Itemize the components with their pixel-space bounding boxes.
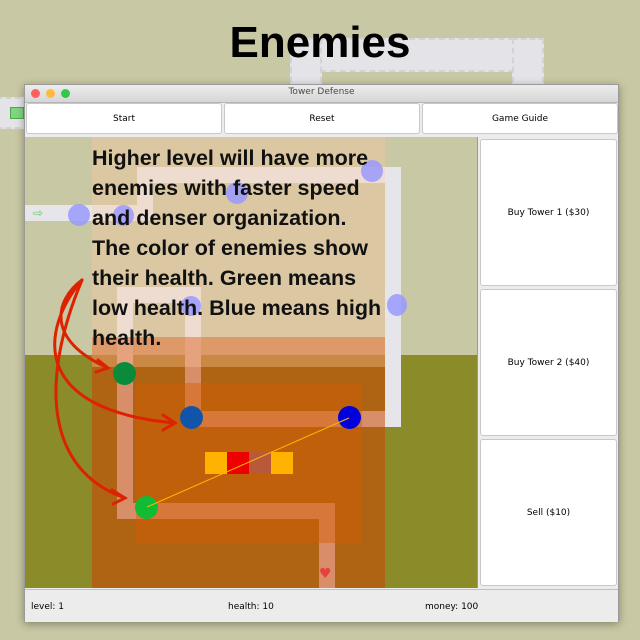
window-title: Tower Defense (288, 87, 355, 97)
annotation-line: low health. Blue means high (92, 296, 382, 320)
spawn-arrow-icon: ⇨ (33, 206, 44, 220)
game-guide-button[interactable]: Game Guide (422, 103, 618, 134)
level-label: level: 1 (31, 602, 65, 612)
heart-icon: ♥ (319, 566, 332, 582)
annotation-line: Higher level will have more (92, 146, 369, 170)
tower-red[interactable] (227, 452, 249, 474)
sell-button[interactable]: Sell ($10) (480, 439, 617, 586)
tower-yellow-left[interactable] (205, 452, 227, 474)
reset-button[interactable]: Reset (224, 103, 420, 134)
health-label: health: 10 (228, 602, 274, 612)
background-spawn-arrow (10, 107, 24, 119)
annotation-line: enemies with faster speed (92, 176, 360, 200)
status-bar: level: 1 health: 10 money: 100 (25, 589, 618, 622)
annotation-line: their health. Green means (92, 266, 357, 290)
tower-yellow-right[interactable] (271, 452, 293, 474)
enemy-annotation: Higher level will have more enemies with… (92, 143, 432, 353)
annotation-line: health. (92, 326, 162, 350)
enemy-high-health (338, 406, 361, 429)
page-title: Enemies (229, 18, 411, 67)
annotation-line: The color of enemies show (92, 236, 368, 260)
window-titlebar[interactable]: Tower Defense (25, 85, 618, 103)
enemy-mid-health (180, 406, 203, 429)
annotation-line: and denser organization. (92, 206, 347, 230)
buy-tower-2-button[interactable]: Buy Tower 2 ($40) (480, 289, 617, 436)
tower-sold-slot[interactable] (249, 452, 271, 474)
buy-tower-1-button[interactable]: Buy Tower 1 ($30) (480, 139, 617, 286)
enemy-full-health (68, 204, 90, 226)
enemy-low-health (113, 362, 136, 385)
enemy-low-health (135, 496, 158, 519)
start-button[interactable]: Start (26, 103, 222, 134)
money-label: money: 100 (425, 602, 479, 612)
